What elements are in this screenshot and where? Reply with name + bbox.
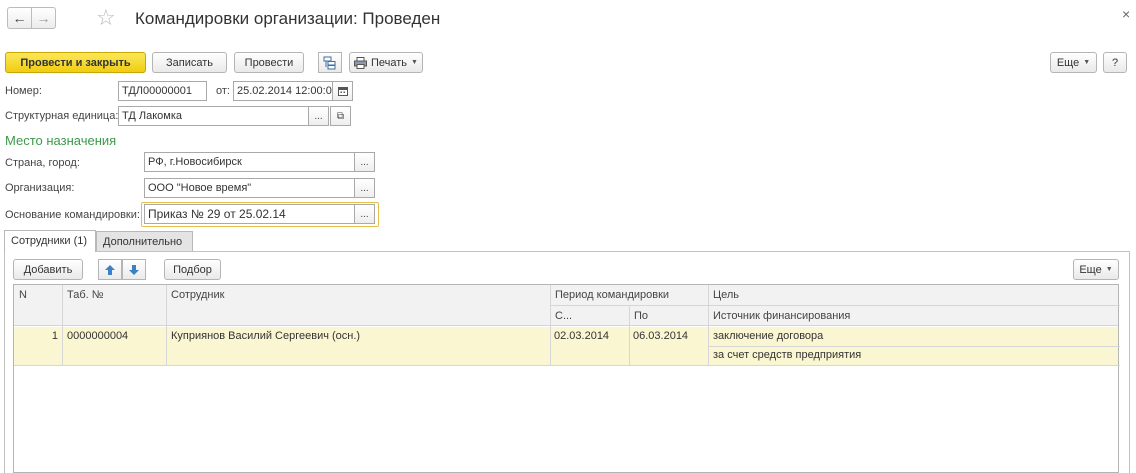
header-funding[interactable]: Источник финансирования (708, 307, 855, 325)
tab-additional[interactable]: Дополнительно (96, 231, 193, 251)
print-label: Печать (371, 56, 408, 69)
cell-tab-no: 0000000004 (67, 330, 129, 342)
organization-field[interactable]: ООО "Новое время" (144, 178, 355, 198)
employees-table[interactable]: N Таб. № Сотрудник Период командировки С… (13, 284, 1120, 473)
header-tab-no[interactable]: Таб. № (62, 286, 109, 304)
chevron-down-icon: ▼ (1105, 266, 1113, 273)
hierarchy-icon (323, 56, 336, 69)
open-icon: ⧉ (336, 110, 345, 122)
help-button[interactable]: ? (1103, 52, 1127, 73)
move-down-button[interactable] (122, 259, 146, 280)
header-from[interactable]: С... (550, 307, 577, 325)
header-goal[interactable]: Цель (708, 286, 744, 304)
more-label: Еще (1056, 56, 1080, 69)
number-field[interactable]: ТДЛ00000001 (118, 81, 207, 101)
header-employee[interactable]: Сотрудник (166, 286, 229, 304)
post-and-close-button[interactable]: Провести и закрыть (5, 52, 146, 73)
cell-n: 1 (51, 330, 58, 342)
basis-label: Основание командировки: (5, 209, 140, 221)
country-field[interactable]: РФ, г.Новосибирск (144, 152, 355, 172)
unit-field[interactable]: ТД Лакомка (118, 106, 309, 126)
number-label: Номер: (5, 85, 42, 97)
printer-icon (354, 56, 367, 69)
organization-label: Организация: (5, 182, 75, 194)
destination-section-heading: Место назначения (5, 133, 117, 148)
arrow-up-icon (105, 264, 115, 275)
table-more-label: Еще (1079, 263, 1102, 276)
calendar-button[interactable] (332, 81, 353, 101)
cell-funding: за счет средств предприятия (713, 349, 862, 361)
table-more-button[interactable]: Еще ▼ (1073, 259, 1119, 280)
more-button[interactable]: Еще ▼ (1050, 52, 1097, 73)
chevron-down-icon: ▼ (411, 59, 418, 66)
cell-from: 02.03.2014 (554, 330, 610, 342)
save-button[interactable]: Записать (152, 52, 227, 73)
calendar-icon (337, 87, 348, 96)
unit-label: Структурная единица: (5, 110, 119, 122)
close-icon[interactable]: × (1122, 6, 1130, 22)
organization-pick-button[interactable]: ... (354, 178, 375, 198)
window-title: Командировки организации: Проведен (135, 9, 441, 28)
back-button[interactable]: ← (7, 7, 32, 29)
basis-pick-button[interactable]: ... (354, 204, 375, 224)
basis-field[interactable]: Приказ № 29 от 25.02.14 (144, 204, 355, 224)
cell-goal: заключение договора (713, 330, 824, 342)
chevron-down-icon: ▼ (1083, 59, 1091, 66)
arrow-left-icon: ← (12, 10, 27, 26)
cell-to: 06.03.2014 (633, 330, 689, 342)
header-to[interactable]: По (629, 307, 653, 325)
header-period[interactable]: Период командировки (550, 286, 674, 304)
tab-employees[interactable]: Сотрудники (1) (4, 230, 96, 252)
cell-employee: Куприянов Василий Сергеевич (осн.) (171, 330, 361, 342)
post-button[interactable]: Провести (234, 52, 304, 73)
structure-button[interactable] (318, 52, 342, 73)
date-field[interactable]: 25.02.2014 12:00:0 (233, 81, 333, 101)
arrow-right-icon: → (36, 10, 51, 26)
print-button[interactable]: Печать ▼ (349, 52, 423, 73)
unit-open-button[interactable]: ⧉ (330, 106, 351, 126)
add-button[interactable]: Добавить (13, 259, 83, 280)
date-label: от: (216, 85, 230, 97)
move-up-button[interactable] (98, 259, 122, 280)
favorite-star-icon[interactable]: ☆ (96, 5, 116, 31)
pick-button[interactable]: Подбор (164, 259, 221, 280)
country-pick-button[interactable]: ... (354, 152, 375, 172)
header-n[interactable]: N (14, 286, 32, 304)
unit-pick-button[interactable]: ... (308, 106, 329, 126)
country-label: Страна, город: (5, 157, 80, 169)
arrow-down-icon (129, 264, 139, 275)
forward-button[interactable]: → (31, 7, 56, 29)
